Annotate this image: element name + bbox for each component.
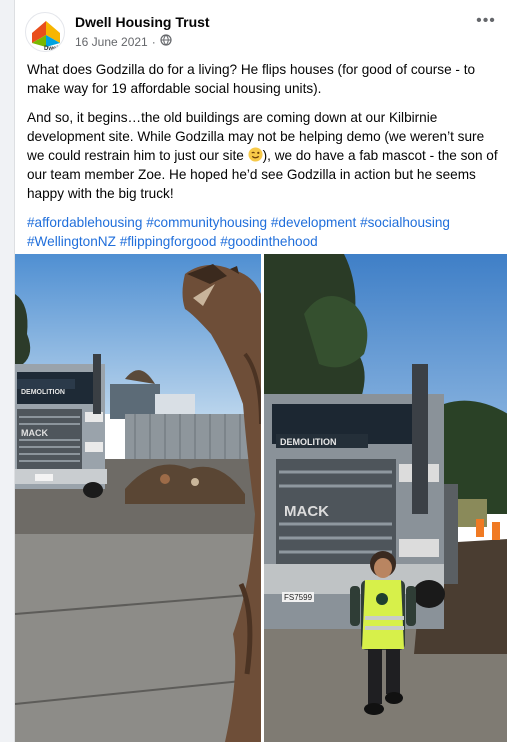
- hashtag-link[interactable]: #communityhousing: [146, 215, 267, 230]
- winking-face-emoji-icon: [248, 147, 263, 162]
- avatar-text: Dwell: [44, 46, 60, 52]
- truck-grille-right: MACK: [284, 503, 329, 520]
- photo-boy-truck[interactable]: DEMOLITION MACK FS7599: [264, 254, 507, 742]
- license-plate: FS7599: [284, 593, 313, 602]
- truck-sign-right: DEMOLITION: [280, 437, 337, 447]
- hashtag-link[interactable]: #goodinthehood: [220, 234, 318, 249]
- post-paragraph-1: What does Godzilla do for a living? He f…: [27, 62, 476, 96]
- hashtag-link[interactable]: #flippingforgood: [120, 234, 217, 249]
- page-name-link[interactable]: Dwell Housing Trust: [75, 14, 210, 30]
- globe-icon: [160, 34, 172, 49]
- hashtag-link[interactable]: #affordablehousing: [27, 215, 142, 230]
- post-body: What does Godzilla do for a living? He f…: [27, 60, 501, 261]
- hashtag-link[interactable]: #development: [271, 215, 356, 230]
- meta-separator: ·: [151, 34, 156, 49]
- hashtag-link[interactable]: #socialhousing: [360, 215, 450, 230]
- photo-truck-godzilla[interactable]: DEMOLITION MACK: [15, 254, 261, 742]
- post-meta: 16 June 2021 ·: [75, 34, 172, 49]
- post-header: Dwell Dwell Housing Trust 16 June 2021 ·…: [25, 12, 502, 52]
- facebook-post-card: Dwell Dwell Housing Trust 16 June 2021 ·…: [14, 0, 507, 742]
- hashtag-link[interactable]: #WellingtonNZ: [27, 234, 116, 249]
- truck-sign-left: DEMOLITION: [21, 389, 65, 396]
- hashtag-list: #affordablehousing #communityhousing #de…: [27, 213, 501, 251]
- post-date[interactable]: 16 June 2021: [75, 35, 148, 49]
- more-options-button[interactable]: •••: [472, 12, 500, 32]
- avatar[interactable]: Dwell: [25, 12, 65, 52]
- truck-grille-left: MACK: [21, 428, 48, 438]
- dwell-logo-icon: Dwell: [32, 21, 60, 52]
- post-paragraph-2: And so, it begins…the old buildings are …: [27, 108, 501, 203]
